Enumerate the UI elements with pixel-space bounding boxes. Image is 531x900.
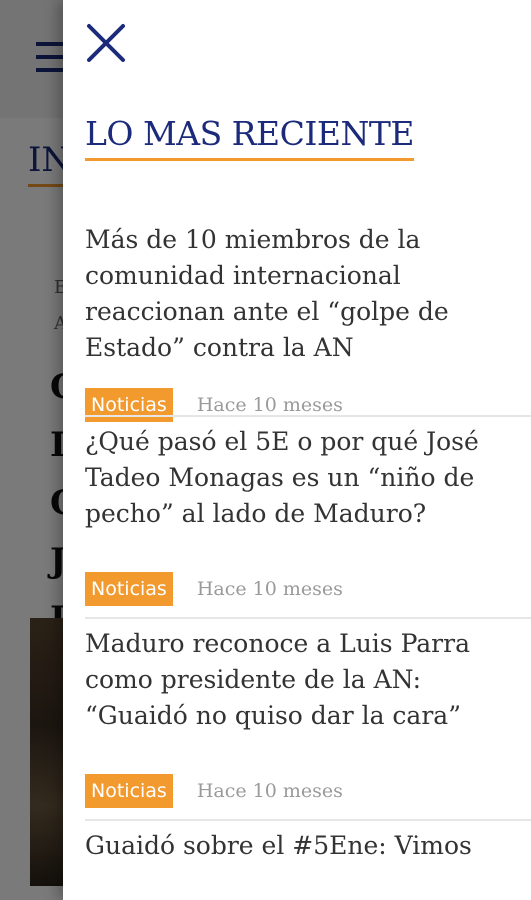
- news-item[interactable]: Guaidó sobre el #5Ene: Vimos: [63, 819, 531, 888]
- news-meta: Noticias Hace 10 meses: [85, 572, 343, 606]
- news-item[interactable]: Maduro reconoce a Luis Parra como presid…: [63, 617, 531, 828]
- news-title[interactable]: Más de 10 miembros de la comunidad inter…: [85, 222, 525, 366]
- news-title[interactable]: Maduro reconoce a Luis Parra como presid…: [85, 626, 525, 734]
- news-item[interactable]: ¿Qué pasó el 5E o por qué José Tadeo Mon…: [63, 415, 531, 626]
- news-title[interactable]: Guaidó sobre el #5Ene: Vimos: [85, 828, 525, 864]
- timestamp: Hace 10 meses: [196, 394, 343, 416]
- news-list: Más de 10 miembros de la comunidad inter…: [63, 222, 531, 888]
- timestamp: Hace 10 meses: [196, 578, 343, 600]
- news-title[interactable]: ¿Qué pasó el 5E o por qué José Tadeo Mon…: [85, 424, 525, 532]
- category-badge[interactable]: Noticias: [85, 572, 173, 606]
- recent-news-drawer: LO MAS RECIENTE Más de 10 miembros de la…: [63, 0, 531, 900]
- close-icon[interactable]: [85, 22, 127, 64]
- news-item[interactable]: Más de 10 miembros de la comunidad inter…: [63, 222, 531, 424]
- timestamp: Hace 10 meses: [196, 780, 343, 802]
- drawer-title: LO MAS RECIENTE: [85, 112, 414, 161]
- news-meta: Noticias Hace 10 meses: [85, 774, 343, 808]
- category-badge[interactable]: Noticias: [85, 774, 173, 808]
